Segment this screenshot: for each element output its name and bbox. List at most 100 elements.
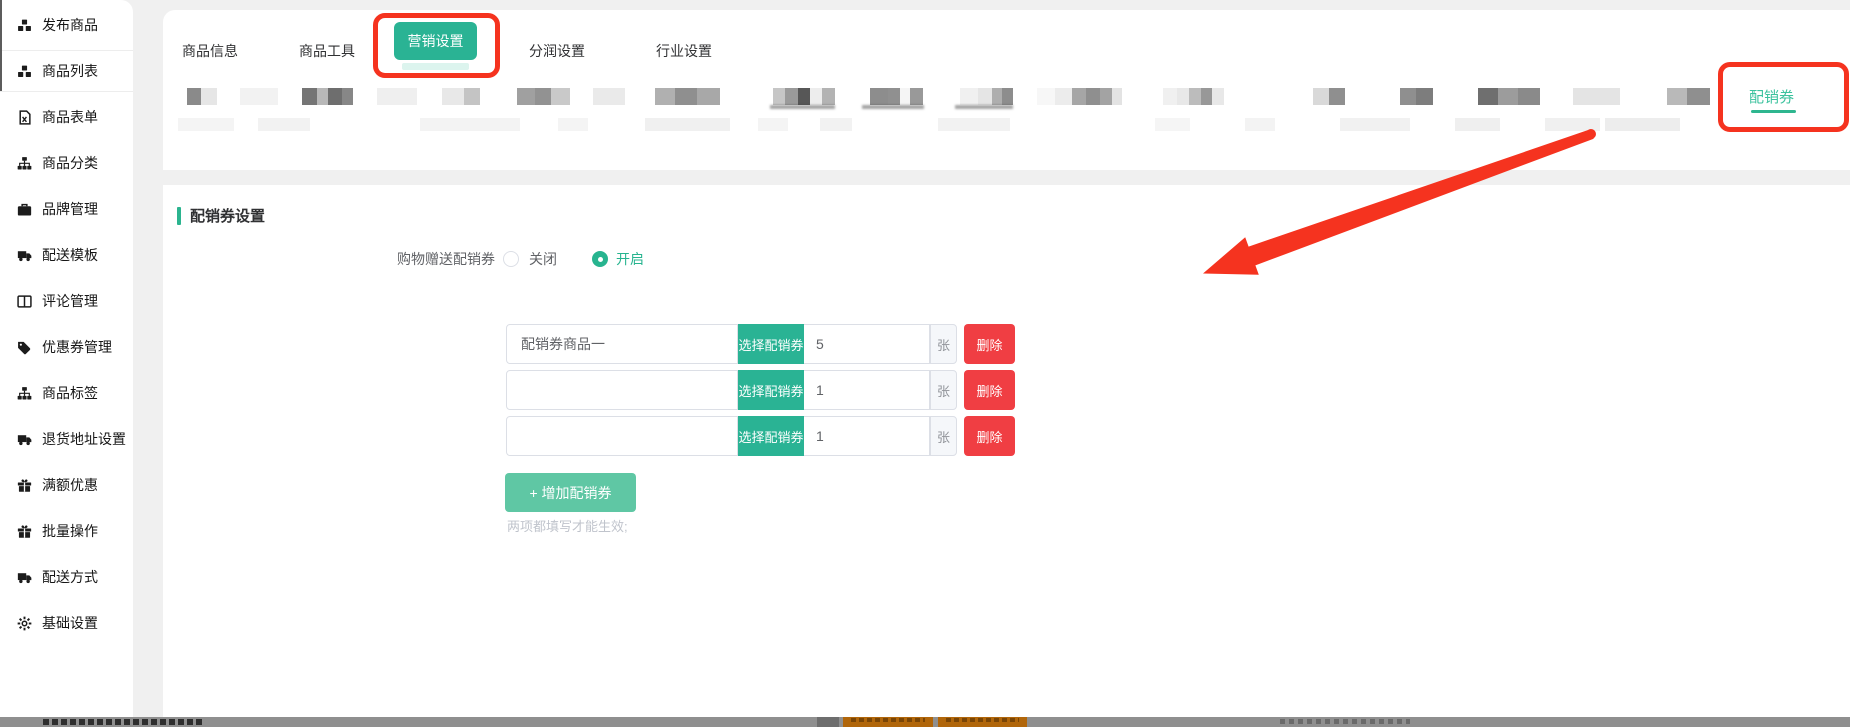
redacted-block [317,88,328,105]
title-accent-bar [177,207,181,225]
coupon-qty-input[interactable] [804,324,930,364]
redacted-block [1340,118,1410,131]
redacted-block [1416,88,1433,105]
truck-icon [17,570,32,585]
sidebar-item[interactable]: 配送模板 [0,232,133,278]
tab-0[interactable]: 商品信息 [182,41,238,61]
redacted-block [1400,88,1416,105]
page: 发布商品商品列表商品表单商品分类品牌管理配送模板评论管理优惠券管理商品标签退货地… [0,0,1850,727]
radio-on[interactable] [592,251,608,267]
form-hint: 两项都填写才能生效; [507,516,628,535]
sidebar-item-label: 配送方式 [42,567,98,587]
sidebar-item-label: 商品表单 [42,107,98,127]
coupon-qty-input[interactable] [804,416,930,456]
tab-3[interactable]: 分润设置 [529,41,585,61]
redacted-block [1573,88,1620,105]
redacted-block [1112,88,1122,105]
redacted-block [1212,88,1224,105]
coupon-product-input[interactable] [506,370,738,410]
redacted-block [1498,88,1518,105]
sidebar-item-label: 品牌管理 [42,199,98,219]
redacted-block [593,88,625,105]
redacted-block [978,88,992,105]
sidebar-item[interactable]: 满额优惠 [0,462,133,508]
redacted-block [1155,118,1190,131]
redacted-block [1687,88,1710,105]
redacted-block [1329,88,1345,105]
sidebar-item[interactable]: 商品列表 [0,48,133,94]
sidebar-item[interactable]: 优惠券管理 [0,324,133,370]
gift-coupon-setting-row: 购物赠送配销券 关闭 开启 [163,249,644,269]
redacted-block [1545,118,1600,131]
file-excel-icon [17,110,32,125]
radio-on-label[interactable]: 开启 [616,249,644,269]
truck-icon [17,248,32,263]
tabs-card: 商品信息商品工具营销设置分润设置行业设置 配销券 [163,10,1850,170]
redacted-block [302,88,317,105]
redacted-block [655,88,675,105]
sidebar-item[interactable]: 发布商品 [0,2,133,48]
coupon-qty-input[interactable] [804,370,930,410]
sitemap-icon [17,156,32,171]
redacted-block [517,88,535,105]
radio-off-label[interactable]: 关闭 [529,249,557,269]
tab-4[interactable]: 行业设置 [656,41,712,61]
annotation-box-marketing-tab [373,13,500,78]
sidebar-item[interactable]: 商品标签 [0,370,133,416]
sidebar-item-label: 商品标签 [42,383,98,403]
sidebar-item[interactable]: 退货地址设置 [0,416,133,462]
coupon-row: 选择配销券 张 删除 [506,324,1015,364]
redacted-block [820,118,852,131]
redacted-block [910,88,923,105]
redacted-block [822,88,835,105]
coupon-product-input[interactable] [506,324,738,364]
qty-unit-label: 张 [930,324,957,364]
redacted-text-smudge [770,105,835,109]
redacted-block [1201,88,1212,105]
radio-off[interactable] [503,251,519,267]
redacted-block [1002,88,1013,105]
sidebar-item[interactable]: 商品分类 [0,140,133,186]
tab-1[interactable]: 商品工具 [299,41,355,61]
redacted-block [420,118,520,131]
taskbar-redacted-text [43,719,203,725]
cubes-icon [17,18,32,33]
sidebar-item-label: 配送模板 [42,245,98,265]
redacted-block [342,88,353,105]
taskbar-orange-block [938,717,1027,727]
redacted-block [1667,88,1687,105]
redacted-block [1455,118,1500,131]
sitemap-icon [17,386,32,401]
sidebar-item[interactable]: 商品表单 [0,94,133,140]
coupon-row: 选择配销券 张 删除 [506,416,1015,456]
redacted-block [178,118,234,131]
sidebar-item[interactable]: 评论管理 [0,278,133,324]
panel-title: 配销券设置 [177,205,265,226]
panel-title-text: 配销券设置 [190,205,265,226]
taskbar-orange-block [843,717,933,727]
select-coupon-button[interactable]: 选择配销券 [738,324,804,364]
redacted-block [442,88,464,105]
add-coupon-button[interactable]: + 增加配销券 [505,473,636,512]
redacted-block [1189,88,1201,105]
sidebar-item-label: 优惠券管理 [42,337,112,357]
briefcase-icon [17,202,32,217]
redacted-block [810,88,822,105]
redacted-block [535,88,551,105]
redacted-block [464,88,480,105]
select-coupon-button[interactable]: 选择配销券 [738,416,804,456]
delete-row-button[interactable]: 删除 [964,324,1015,364]
redacted-block [1055,88,1072,105]
sidebar-item[interactable]: 品牌管理 [0,186,133,232]
redacted-block [1086,88,1100,105]
sidebar-item[interactable]: 配送方式 [0,554,133,600]
coupon-product-input[interactable] [506,416,738,456]
select-coupon-button[interactable]: 选择配销券 [738,370,804,410]
redacted-block [1313,88,1329,105]
taskbar-redacted-block [817,717,839,727]
delete-row-button[interactable]: 删除 [964,370,1015,410]
sidebar-item[interactable]: 批量操作 [0,508,133,554]
sidebar: 发布商品商品列表商品表单商品分类品牌管理配送模板评论管理优惠券管理商品标签退货地… [0,0,133,727]
delete-row-button[interactable]: 删除 [964,416,1015,456]
sidebar-item[interactable]: 基础设置 [0,600,133,646]
